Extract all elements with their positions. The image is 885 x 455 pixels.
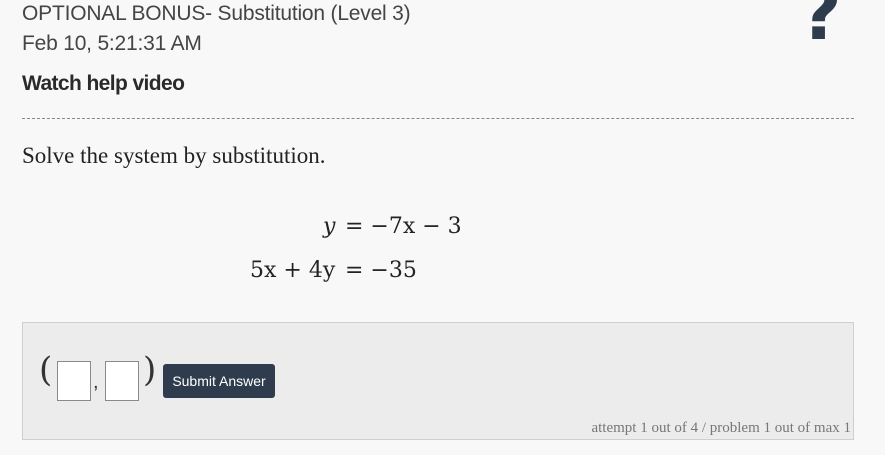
y-value-input[interactable]	[105, 361, 139, 401]
equation-1-lhs: y	[323, 214, 336, 239]
open-paren: (	[39, 350, 53, 390]
divider	[22, 118, 854, 119]
assignment-title: OPTIONAL BONUS- Substitution (Level 3)	[22, 2, 411, 25]
submit-answer-button[interactable]: Submit Answer	[163, 364, 275, 398]
problem-instruction: Solve the system by substitution.	[22, 143, 326, 168]
question-mark-icon[interactable]: ?	[800, 0, 842, 50]
attempt-counter: attempt 1 out of 4 / problem 1 out of ma…	[591, 420, 851, 436]
comma: ,	[93, 371, 99, 393]
answer-panel: ( , ) Submit Answer attempt 1 out of 4 /…	[22, 322, 854, 440]
equation-1-rhs: = −7x − 3	[345, 214, 462, 239]
equation-2-lhs: 5x + 4y	[250, 258, 336, 283]
close-paren: )	[143, 350, 157, 390]
x-value-input[interactable]	[57, 361, 91, 401]
timestamp: Feb 10, 5:21:31 AM	[22, 32, 202, 55]
watch-help-video-link[interactable]: Watch help video	[22, 72, 185, 96]
equation-2-rhs: = −35	[345, 258, 417, 283]
